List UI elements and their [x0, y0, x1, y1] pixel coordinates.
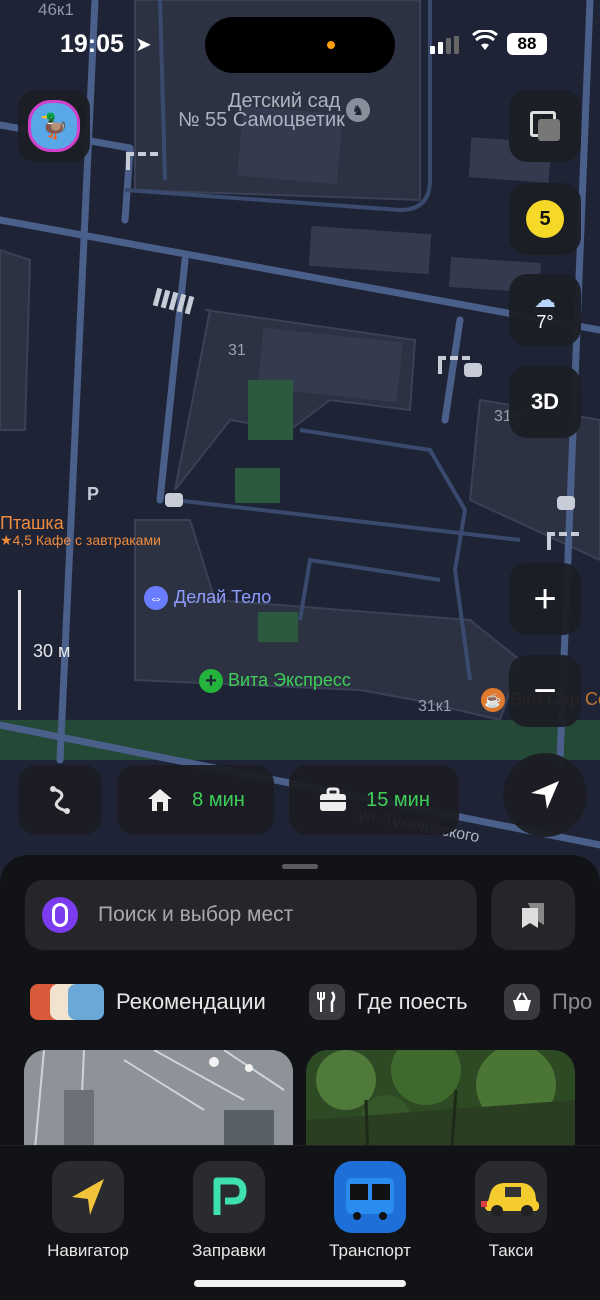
category-label: Где поесть [357, 989, 468, 1014]
category-where-to-eat[interactable]: Где поесть [309, 980, 468, 1024]
tab-label: Транспорт [329, 1241, 411, 1260]
briefcase-icon [320, 787, 347, 811]
poi-ptashka-rating: ★4,5 Кафе с завтраками [0, 532, 161, 548]
category-products[interactable]: Про [504, 980, 592, 1024]
view-3d-button[interactable]: 3D [509, 366, 581, 438]
recommendation-card-forest[interactable] [306, 1050, 575, 1160]
map-label-house-31: 31 [228, 342, 246, 359]
route-work-button[interactable]: 15 мин [289, 765, 459, 835]
tab-label: Такси [488, 1241, 534, 1260]
tab-navigator[interactable]: Навигатор [33, 1161, 143, 1261]
cafe-icon[interactable]: ☕ [481, 688, 505, 712]
alice-icon[interactable] [42, 897, 78, 933]
traffic-level-badge: 5 [526, 200, 564, 238]
fork-knife-icon [309, 984, 345, 1020]
poi-ptashka-name[interactable]: Пташка [0, 513, 64, 534]
navigation-arrow-icon [531, 781, 559, 809]
barrier-icon [126, 152, 158, 170]
profile-button[interactable]: 🦆 [18, 90, 90, 162]
dynamic-island [205, 17, 395, 73]
barrier-icon [547, 532, 579, 550]
route-icon [50, 786, 70, 814]
parking-icon[interactable]: P [87, 484, 99, 505]
layers-button[interactable] [509, 90, 581, 162]
home-indicator[interactable] [194, 1280, 406, 1287]
zoom-out-button[interactable]: − [509, 655, 581, 727]
bookmark-icon [522, 903, 544, 928]
search-input[interactable]: Поиск и выбор мест [25, 880, 477, 950]
bus-icon [334, 1161, 406, 1233]
poi-vita-express[interactable]: Вита Экспресс [228, 670, 351, 691]
my-location-button[interactable] [503, 753, 587, 837]
tab-label: Навигатор [47, 1241, 129, 1260]
category-label: Рекомендации [116, 989, 266, 1014]
home-route-time: 8 мин [192, 788, 245, 811]
gate-icon [165, 493, 183, 507]
category-label: Про [552, 989, 593, 1014]
tab-taxi[interactable]: Такси [456, 1161, 566, 1261]
category-recommendations[interactable]: Рекомендации [30, 980, 266, 1024]
signal-icon [430, 36, 464, 54]
work-route-time: 15 мин [366, 788, 430, 811]
layers-icon [530, 111, 560, 141]
sheet-grabber[interactable] [282, 864, 318, 869]
map-label-house-31k1: 31к1 [418, 698, 452, 715]
search-placeholder: Поиск и выбор мест [98, 903, 294, 926]
weather-button[interactable]: ☁ 7° [509, 274, 581, 346]
status-time: 19:05 [60, 30, 124, 58]
navigator-icon [52, 1161, 124, 1233]
gas-station-icon [193, 1161, 265, 1233]
tab-gas-stations[interactable]: Заправки [174, 1161, 284, 1261]
home-icon [148, 789, 173, 811]
interior-photo [24, 1050, 293, 1160]
kindergarten-icon[interactable]: ♞ [346, 98, 370, 122]
pharmacy-icon[interactable]: + [199, 669, 223, 693]
scale-bar [18, 590, 21, 710]
recording-dot-icon [327, 41, 335, 49]
route-options-button[interactable] [18, 765, 102, 835]
recommendation-card-interior[interactable] [24, 1050, 293, 1160]
basket-icon [504, 984, 540, 1020]
bottom-tab-bar: Навигатор Заправки Транспорт Такси [0, 1145, 600, 1300]
bookmarks-button[interactable] [491, 880, 575, 950]
gate-icon [557, 496, 575, 510]
taxi-icon [475, 1161, 547, 1233]
route-home-button[interactable]: 8 мин [117, 765, 274, 835]
scale-label: 30 м [33, 641, 71, 661]
zoom-in-button[interactable]: + [509, 563, 581, 635]
traffic-button[interactable]: 5 [509, 183, 581, 255]
weather-temperature: 7° [536, 311, 554, 332]
tab-label: Заправки [192, 1241, 266, 1260]
kindergarten-name-line2: № 55 Самоцветик [178, 109, 345, 131]
recommendations-icon [30, 984, 104, 1020]
forest-photo [306, 1050, 575, 1160]
poi-delay-telo[interactable]: Делай Тело [174, 587, 271, 608]
status-bar: 19:05 ➤ 88 [0, 0, 600, 90]
location-arrow-icon: ➤ [135, 34, 152, 56]
tab-transport[interactable]: Транспорт [315, 1161, 425, 1261]
weather-cloud-moon-icon: ☁ [534, 286, 556, 312]
fitness-icon[interactable]: ⇔ [144, 586, 168, 610]
wifi-icon [472, 28, 498, 58]
avatar: 🦆 [28, 100, 80, 152]
battery-indicator: 88 [507, 33, 547, 55]
gate-icon [464, 363, 482, 377]
